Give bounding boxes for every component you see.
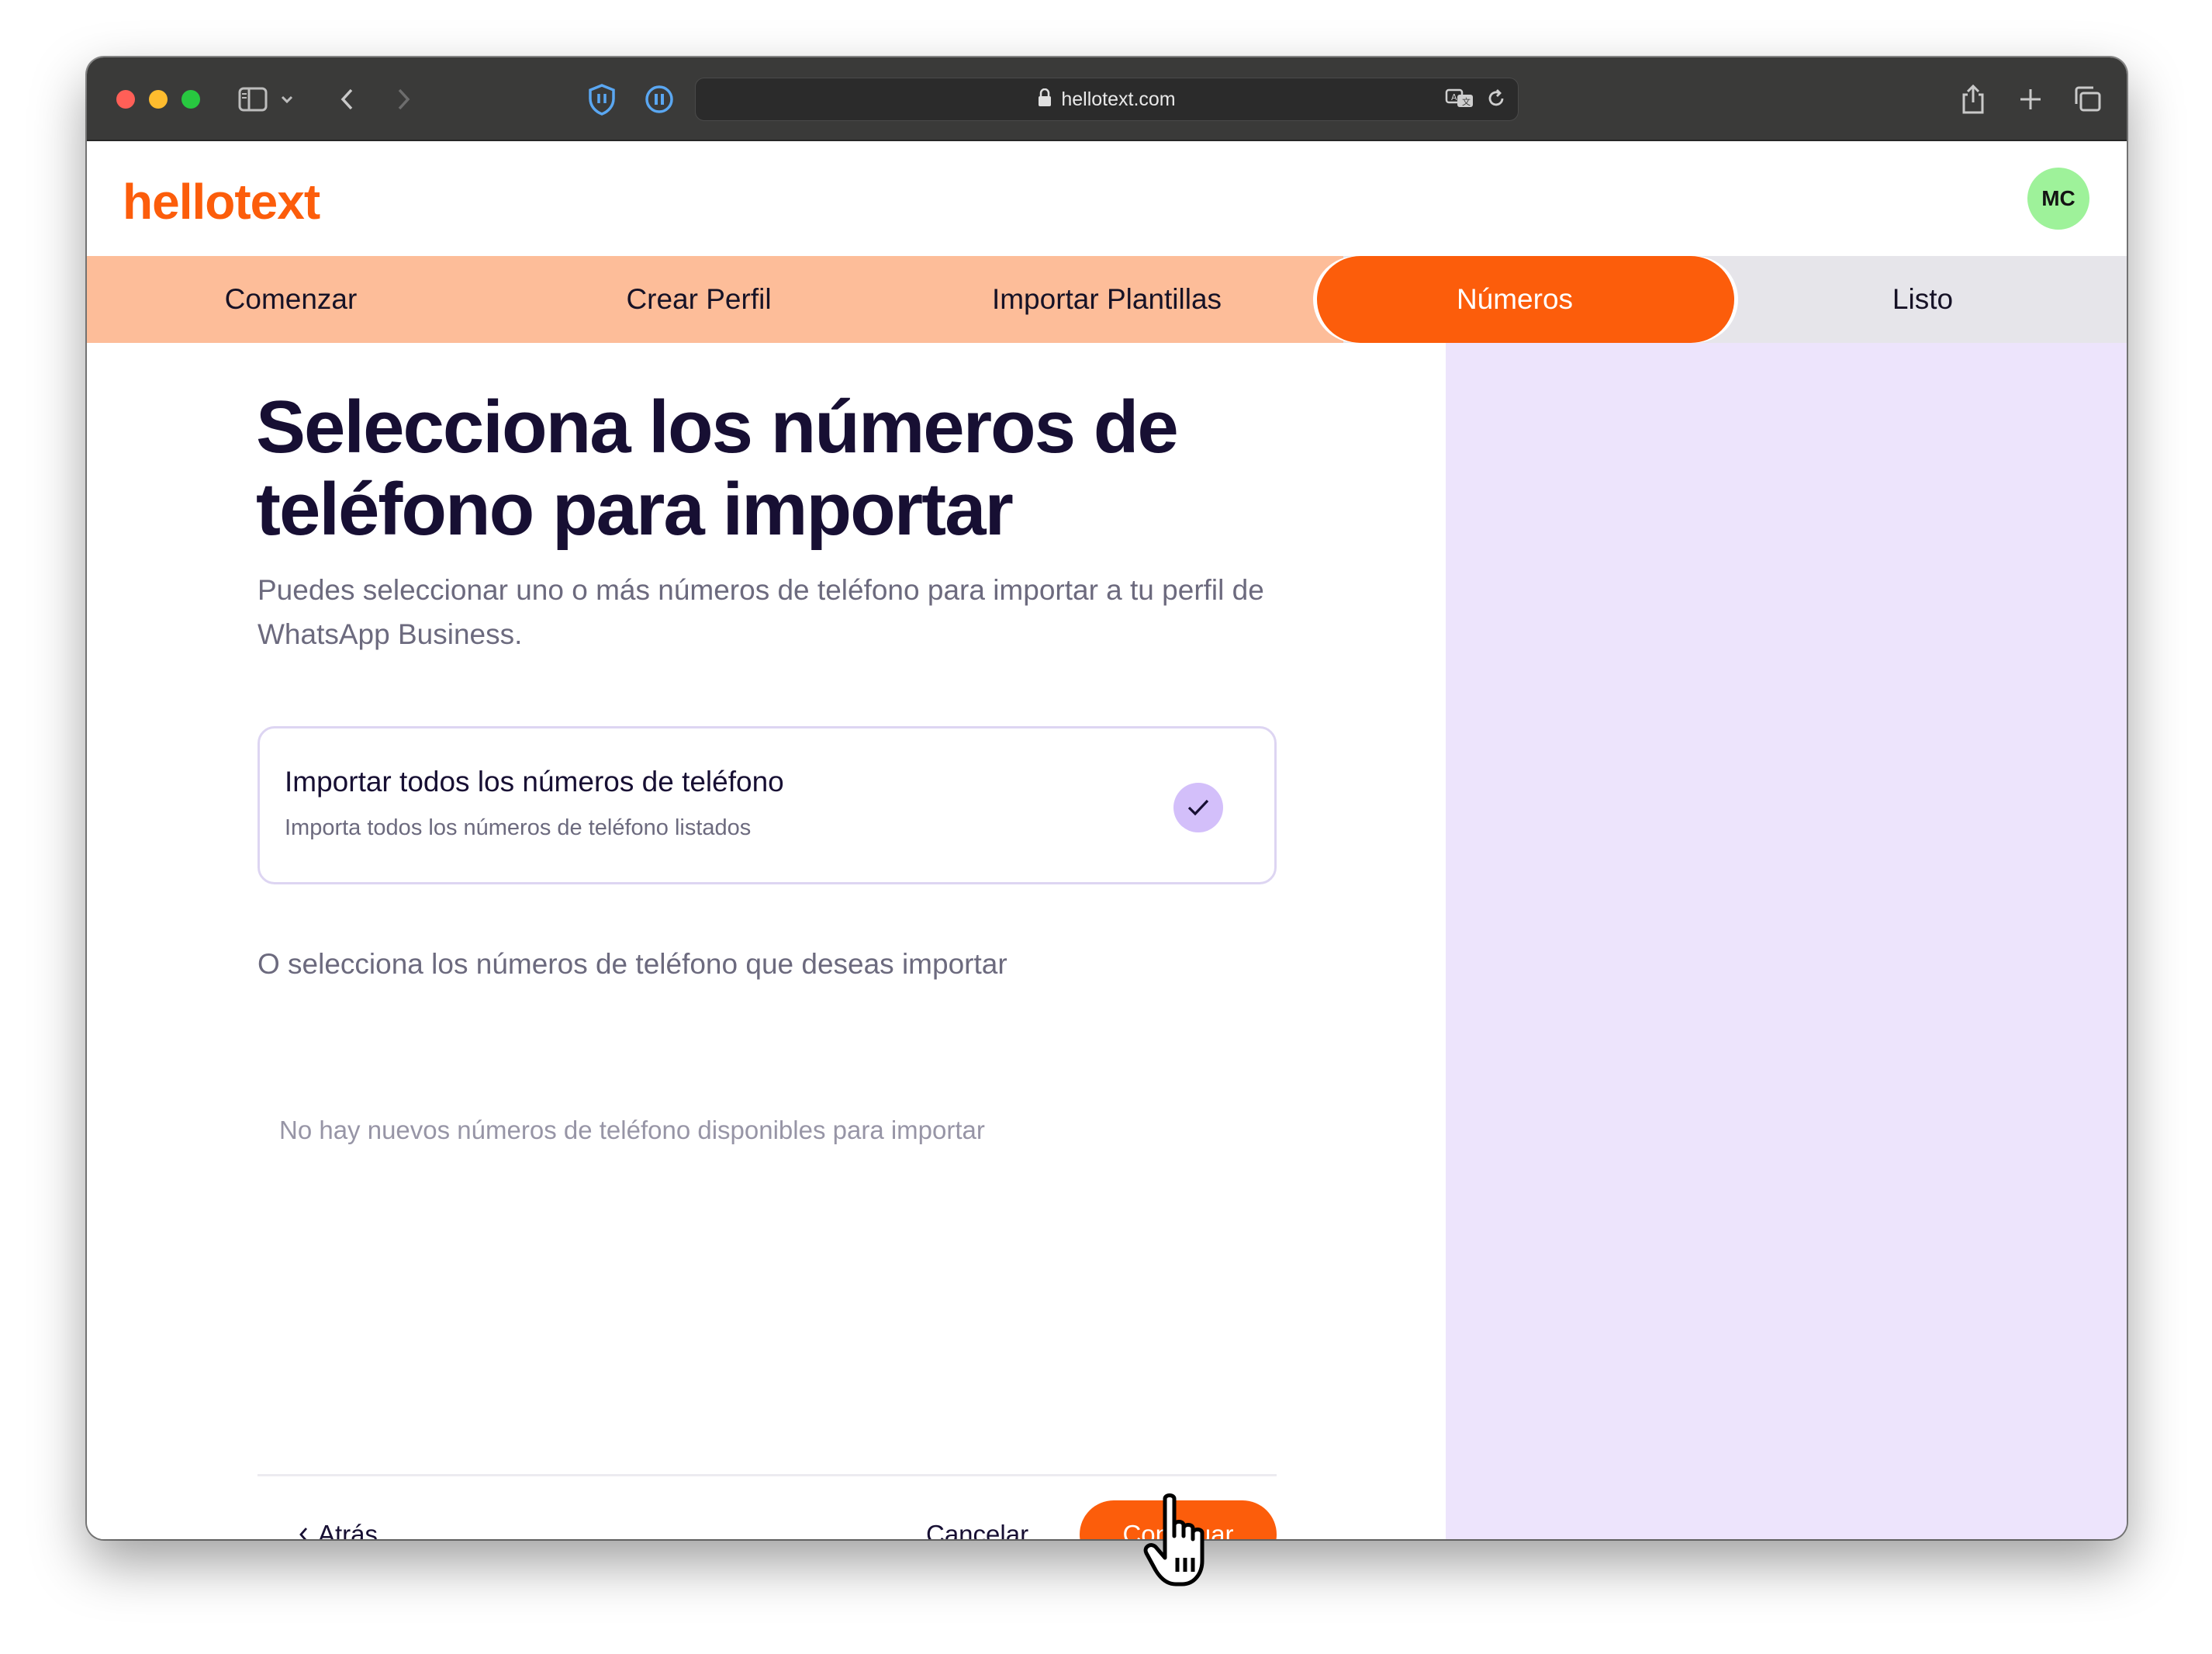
hellotext-logo[interactable]: hellotext xyxy=(123,174,371,234)
reload-icon[interactable] xyxy=(1485,88,1507,113)
hand-pointer-icon xyxy=(1143,1493,1229,1597)
step-crear-perfil[interactable]: Crear Perfil xyxy=(495,256,903,343)
import-all-title: Importar todos los números de teléfono xyxy=(285,766,784,798)
address-bar[interactable]: hellotext.com A文 xyxy=(695,78,1519,121)
import-all-option[interactable]: Importar todos los números de teléfono I… xyxy=(257,726,1277,884)
app-header: hellotext MC xyxy=(87,141,2127,256)
user-avatar[interactable]: MC xyxy=(2027,168,2089,230)
lock-icon xyxy=(1038,88,1052,111)
chevron-down-icon[interactable] xyxy=(278,81,296,118)
step-importar-plantillas[interactable]: Importar Plantillas xyxy=(903,256,1311,343)
onboarding-stepper: Comenzar Crear Perfil Importar Plantilla… xyxy=(87,256,2127,343)
zoom-window-button[interactable] xyxy=(181,90,200,109)
side-panel xyxy=(1446,343,2127,1539)
back-label: Atrás xyxy=(318,1520,378,1539)
page-title: Selecciona los números de teléfono para … xyxy=(256,386,1179,551)
url-text: hellotext.com xyxy=(1061,88,1176,110)
browser-toolbar: hellotext.com A文 xyxy=(87,57,2127,141)
minimize-window-button[interactable] xyxy=(149,90,168,109)
back-arrow-icon[interactable] xyxy=(332,81,363,118)
cancel-button[interactable]: Cancelar xyxy=(926,1513,1028,1539)
svg-text:A: A xyxy=(1451,92,1457,102)
tabs-icon[interactable] xyxy=(2071,81,2105,118)
page-subtitle: Puedes seleccionar uno o más números de … xyxy=(257,574,1264,650)
select-numbers-label: O selecciona los números de teléfono que… xyxy=(257,948,1007,980)
forward-arrow-icon[interactable] xyxy=(388,81,419,118)
main-content: Selecciona los números de teléfono para … xyxy=(87,343,1446,1539)
checkmark-icon[interactable] xyxy=(1173,783,1223,832)
footer-divider xyxy=(257,1474,1277,1476)
back-button[interactable]: Atrás xyxy=(298,1513,378,1539)
shield-icon[interactable] xyxy=(585,81,619,118)
empty-state-text: No hay nuevos números de teléfono dispon… xyxy=(279,1116,985,1144)
browser-window: hellotext.com A文 hellotext MC Comenzar C… xyxy=(87,57,2127,1539)
share-icon[interactable] xyxy=(1956,81,1990,118)
chevron-left-icon xyxy=(298,1520,309,1539)
step-comenzar[interactable]: Comenzar xyxy=(87,256,495,343)
svg-text:文: 文 xyxy=(1462,96,1471,107)
logo-text: hellotext xyxy=(123,175,320,230)
plus-icon[interactable] xyxy=(2013,81,2048,118)
pause-icon[interactable] xyxy=(642,81,676,118)
sidebar-icon[interactable] xyxy=(234,81,271,118)
import-all-description: Importa todos los números de teléfono li… xyxy=(285,815,752,840)
step-numeros[interactable]: Números xyxy=(1311,256,1719,343)
translate-icon[interactable]: A文 xyxy=(1445,87,1476,114)
close-window-button[interactable] xyxy=(116,90,135,109)
step-listo[interactable]: Listo xyxy=(1719,256,2127,343)
